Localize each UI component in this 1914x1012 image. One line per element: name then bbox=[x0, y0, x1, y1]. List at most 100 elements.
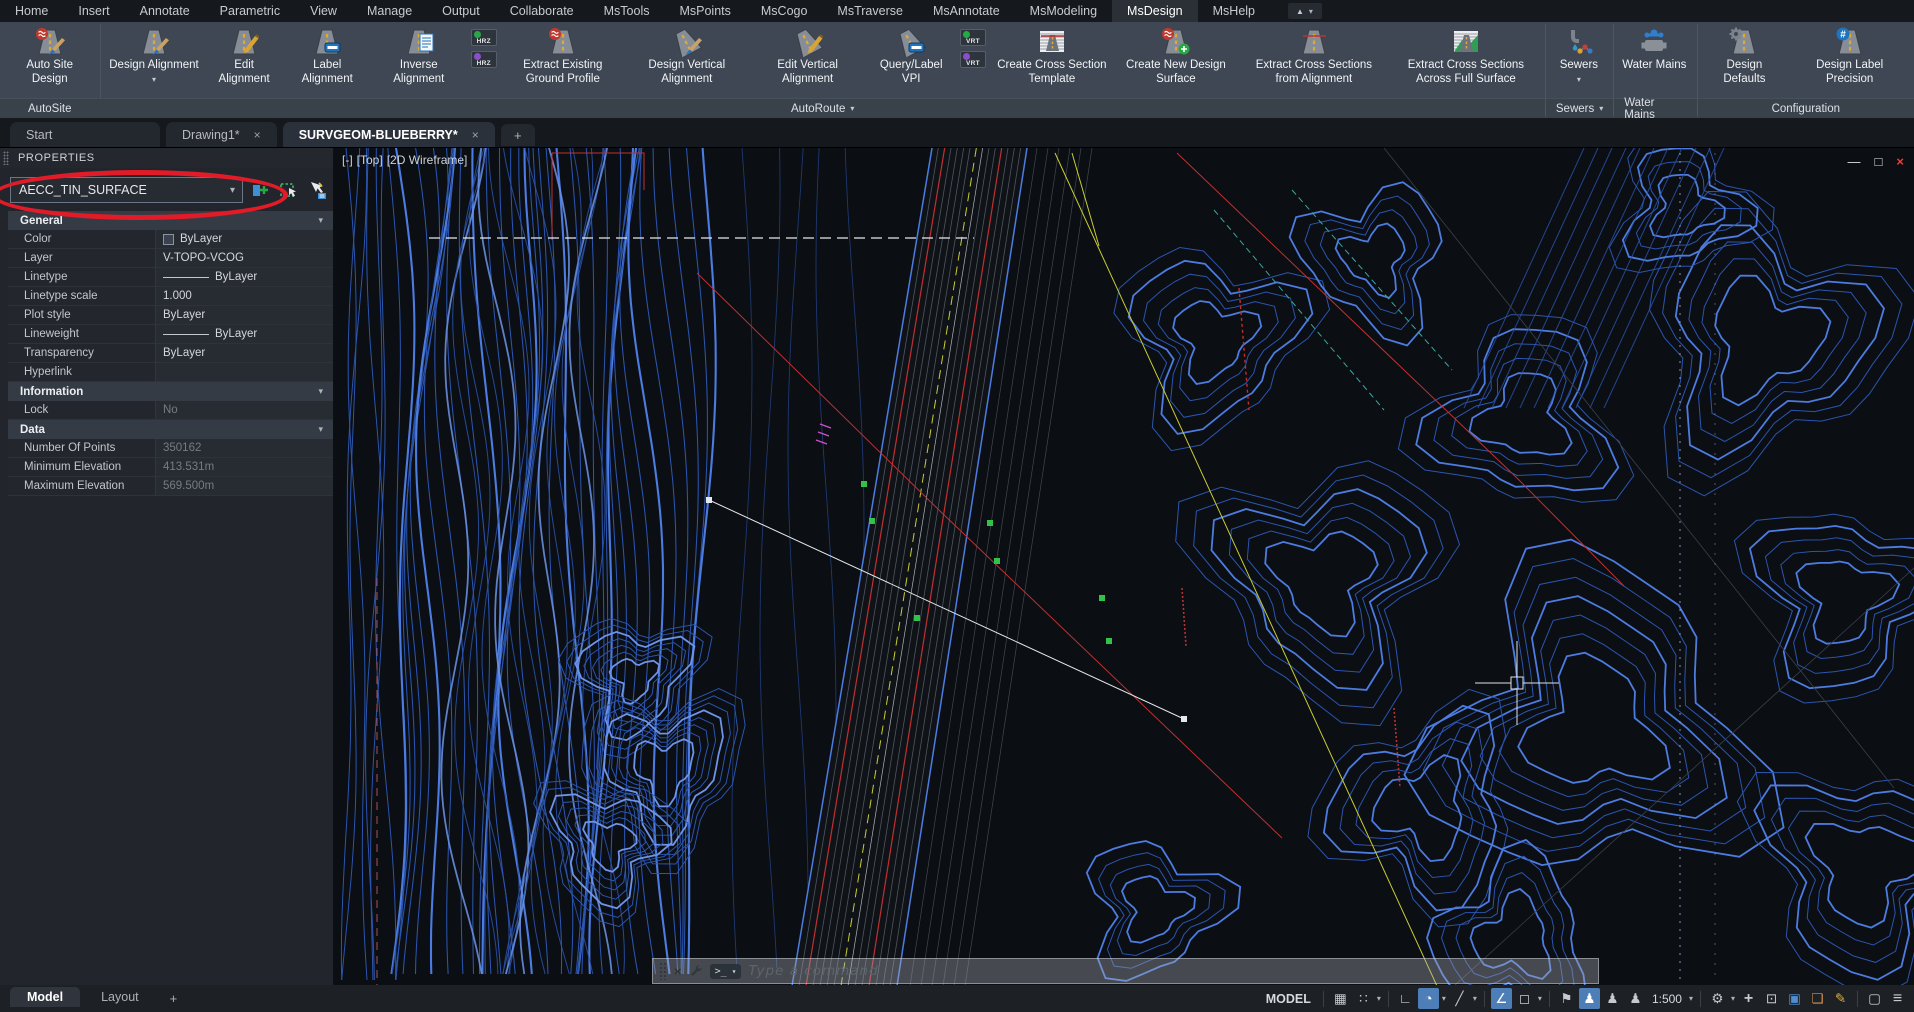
osnap-tracking-icon[interactable]: ∠ bbox=[1491, 988, 1512, 1009]
close-icon[interactable]: × bbox=[472, 128, 479, 142]
vrt-add-button[interactable]: VRT bbox=[960, 29, 986, 46]
layout-tab[interactable]: Layout bbox=[84, 987, 156, 1007]
menu-tab-mstraverse[interactable]: MsTraverse bbox=[822, 0, 918, 22]
command-prompt-chip[interactable]: >_ ▾ bbox=[710, 964, 742, 979]
menu-tab-annotate[interactable]: Annotate bbox=[125, 0, 205, 22]
palette-grip-icon[interactable] bbox=[3, 151, 9, 165]
close-icon[interactable]: × bbox=[254, 128, 261, 142]
section-header-data[interactable]: Data▾ bbox=[8, 420, 333, 439]
property-row-plot-style[interactable]: Plot style ByLayer bbox=[8, 306, 333, 325]
menu-tab-collaborate[interactable]: Collaborate bbox=[495, 0, 589, 22]
section-header-information[interactable]: Information▾ bbox=[8, 382, 333, 401]
design-alignment-button[interactable]: Design Alignment ▾ bbox=[104, 25, 203, 88]
minimize-icon[interactable]: — bbox=[1848, 154, 1861, 169]
restore-icon[interactable]: □ bbox=[1875, 154, 1883, 169]
selection-cycling-icon[interactable]: + bbox=[1738, 988, 1759, 1009]
property-row-number-of-points[interactable]: Number Of Points 350162 bbox=[8, 439, 333, 458]
property-row-maximum-elevation[interactable]: Maximum Elevation 569.500m bbox=[8, 477, 333, 496]
viewport-menu-control[interactable]: [-] bbox=[342, 153, 353, 167]
sewers-button[interactable]: Sewers▾ bbox=[1550, 25, 1608, 88]
wrench-icon[interactable] bbox=[689, 964, 703, 978]
hardware-acceleration-icon[interactable]: ❏ bbox=[1807, 988, 1828, 1009]
menu-tab-msannotate[interactable]: MsAnnotate bbox=[918, 0, 1015, 22]
edit-vertical-alignment-button[interactable]: Edit Vertical Alignment bbox=[750, 25, 866, 88]
hrz-edit-button[interactable]: HRZ bbox=[471, 51, 497, 68]
isodraft-icon[interactable]: ╱ bbox=[1449, 988, 1470, 1009]
model-tab[interactable]: Model bbox=[10, 987, 80, 1007]
group-label-configuration[interactable]: Configuration bbox=[1698, 98, 1914, 118]
menu-tab-manage[interactable]: Manage bbox=[352, 0, 427, 22]
close-icon[interactable]: × bbox=[1896, 154, 1904, 169]
chevron-down-icon[interactable]: ▾ bbox=[1441, 994, 1447, 1003]
polar-tracking-icon[interactable]: ◔ bbox=[1418, 988, 1439, 1009]
clean-screen-icon[interactable]: ▢ bbox=[1864, 988, 1885, 1009]
osnap-icon[interactable]: ◻ bbox=[1514, 988, 1535, 1009]
property-row-hyperlink[interactable]: Hyperlink bbox=[8, 363, 333, 382]
topographic-drawing[interactable] bbox=[334, 148, 1914, 985]
group-label-sewers[interactable]: Sewers▾ bbox=[1546, 98, 1613, 118]
menu-tab-home[interactable]: Home bbox=[0, 0, 63, 22]
menu-tab-mspoints[interactable]: MsPoints bbox=[664, 0, 745, 22]
command-line[interactable]: × >_ ▾ Type a command bbox=[652, 958, 1599, 984]
hrz-add-button[interactable]: HRZ bbox=[471, 29, 497, 46]
menu-tab-msmodeling[interactable]: MsModeling bbox=[1015, 0, 1112, 22]
annotation-autoscale-icon[interactable]: ♟ bbox=[1579, 988, 1600, 1009]
design-label-precision-button[interactable]: # Design Label Precision bbox=[1789, 25, 1910, 88]
design-vertical-alignment-button[interactable]: Design Vertical Alignment bbox=[626, 25, 748, 88]
auto-site-design-button[interactable]: Auto Site Design bbox=[4, 25, 96, 88]
edit-alignment-button[interactable]: Edit Alignment bbox=[206, 25, 283, 88]
grid-icon[interactable]: ▦ bbox=[1330, 988, 1351, 1009]
quick-select-button[interactable] bbox=[307, 180, 327, 200]
chevron-down-icon[interactable]: ▾ bbox=[1688, 994, 1694, 1003]
toggle-pickadd-button[interactable] bbox=[251, 180, 271, 200]
snap-icon[interactable]: ∷ bbox=[1353, 988, 1374, 1009]
water-mains-button[interactable]: Water Mains bbox=[1618, 25, 1690, 75]
extract-cross-sections-from-alignment-button[interactable]: Extract Cross Sections from Alignment bbox=[1239, 25, 1389, 88]
menu-tab-output[interactable]: Output bbox=[427, 0, 495, 22]
property-row-transparency[interactable]: Transparency ByLayer bbox=[8, 344, 333, 363]
model-space-toggle[interactable]: MODEL bbox=[1260, 992, 1317, 1006]
group-label-autoroute[interactable]: AutoRoute▾ bbox=[100, 98, 1544, 118]
property-row-minimum-elevation[interactable]: Minimum Elevation 413.531m bbox=[8, 458, 333, 477]
properties-title-bar[interactable]: PROPERTIES bbox=[0, 148, 333, 168]
ribbon-minimize-control[interactable]: ▲ ▾ bbox=[1288, 3, 1322, 19]
menu-tab-mstools[interactable]: MsTools bbox=[589, 0, 665, 22]
annotation-monitor-icon[interactable]: ✎ bbox=[1830, 988, 1851, 1009]
doc-tab-drawing1[interactable]: Drawing1* × bbox=[166, 122, 277, 147]
annotation-scale-current-icon[interactable]: ♟ bbox=[1602, 988, 1623, 1009]
select-objects-button[interactable] bbox=[279, 180, 299, 200]
extract-cross-sections-across-full-surface-button[interactable]: Extract Cross Sections Across Full Surfa… bbox=[1391, 25, 1541, 88]
section-header-general[interactable]: General▾ bbox=[8, 211, 333, 230]
annotation-scale-sync-icon[interactable]: ♟ bbox=[1625, 988, 1646, 1009]
query-label-vpi-button[interactable]: Query/Label VPI bbox=[867, 25, 954, 88]
chevron-down-icon[interactable]: ▾ bbox=[1472, 994, 1478, 1003]
doc-tab-start[interactable]: Start bbox=[10, 122, 160, 147]
menu-tab-view[interactable]: View bbox=[295, 0, 352, 22]
group-label-autosite[interactable]: AutoSite bbox=[0, 98, 100, 118]
group-label-water-mains[interactable]: Water Mains bbox=[1614, 98, 1696, 118]
drawing-viewport[interactable]: [-] [Top] [2D Wireframe] — □ × × >_ ▾ Ty bbox=[334, 148, 1914, 985]
property-row-lineweight[interactable]: Lineweight ByLayer bbox=[8, 325, 333, 344]
ortho-icon[interactable]: ∟ bbox=[1395, 988, 1416, 1009]
property-row-lock[interactable]: Lock No bbox=[8, 401, 333, 420]
close-icon[interactable]: × bbox=[674, 964, 682, 979]
chevron-down-icon[interactable]: ▾ bbox=[1730, 994, 1736, 1003]
property-row-layer[interactable]: Layer V-TOPO-VCOG bbox=[8, 249, 333, 268]
menu-tab-mshelp[interactable]: MsHelp bbox=[1198, 0, 1270, 22]
menu-tab-msdesign[interactable]: MsDesign bbox=[1112, 0, 1198, 22]
menu-tab-parametric[interactable]: Parametric bbox=[205, 0, 295, 22]
menu-tab-mscogo[interactable]: MsCogo bbox=[746, 0, 823, 22]
graphics-performance-icon[interactable]: ▣ bbox=[1784, 988, 1805, 1009]
property-row-linetype[interactable]: Linetype ByLayer bbox=[8, 268, 333, 287]
inverse-alignment-button[interactable]: Inverse Alignment bbox=[372, 25, 466, 88]
workspace-gear-icon[interactable]: ⚙ bbox=[1707, 988, 1728, 1009]
extract-ground-profile-button[interactable]: Extract Existing Ground Profile bbox=[502, 25, 624, 88]
create-cross-section-template-button[interactable]: Create Cross Section Template bbox=[991, 25, 1113, 88]
property-row-color[interactable]: Color ByLayer bbox=[8, 230, 333, 249]
doc-tab-survgeom-blueberry[interactable]: SURVGEOM-BLUEBERRY* × bbox=[283, 122, 495, 147]
customization-icon[interactable]: ≡ bbox=[1887, 988, 1908, 1009]
create-new-design-surface-button[interactable]: Create New Design Surface bbox=[1115, 25, 1237, 88]
annotation-scale-value[interactable]: 1:500 bbox=[1648, 992, 1686, 1006]
chevron-down-icon[interactable]: ▾ bbox=[1376, 994, 1382, 1003]
design-defaults-button[interactable]: Design Defaults bbox=[1702, 25, 1788, 88]
